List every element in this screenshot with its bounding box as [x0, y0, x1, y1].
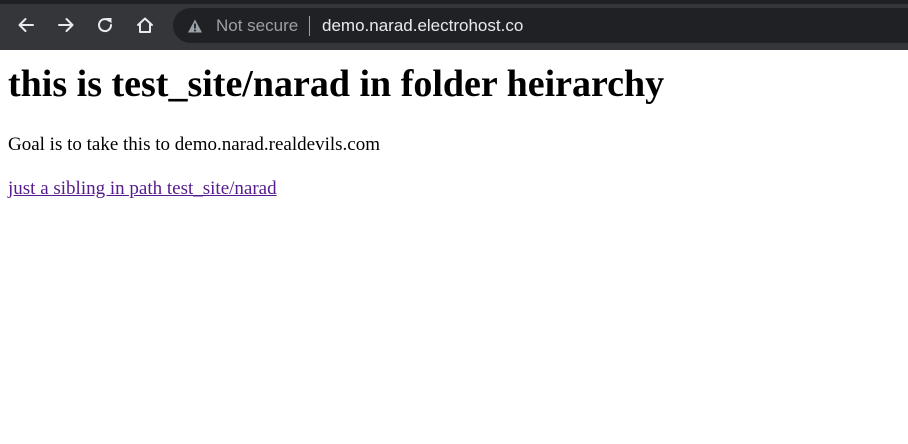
home-button[interactable]	[130, 10, 160, 40]
goal-paragraph: Goal is to take this to demo.narad.reald…	[8, 134, 380, 155]
tab-strip-edge	[0, 0, 908, 4]
warning-triangle-icon[interactable]	[187, 18, 203, 34]
reload-button[interactable]	[90, 10, 120, 40]
address-bar[interactable]: Not secure demo.narad.electrohost.co	[173, 8, 908, 43]
home-icon	[137, 17, 153, 33]
sibling-path-link[interactable]: just a sibling in path test_site/narad	[8, 178, 277, 200]
back-button[interactable]	[11, 10, 41, 40]
address-bar-divider	[309, 16, 310, 36]
forward-button[interactable]	[51, 10, 81, 40]
reload-icon	[98, 18, 113, 33]
page-heading: this is test_site/narad in folder heirar…	[8, 63, 665, 105]
page-content: this is test_site/narad in folder heirar…	[0, 50, 908, 444]
arrow-left-icon	[18, 18, 34, 32]
arrow-right-icon	[58, 18, 74, 32]
browser-toolbar: Not secure demo.narad.electrohost.co	[0, 0, 908, 50]
url-text[interactable]: demo.narad.electrohost.co	[322, 16, 523, 36]
security-status-label[interactable]: Not secure	[216, 16, 298, 36]
